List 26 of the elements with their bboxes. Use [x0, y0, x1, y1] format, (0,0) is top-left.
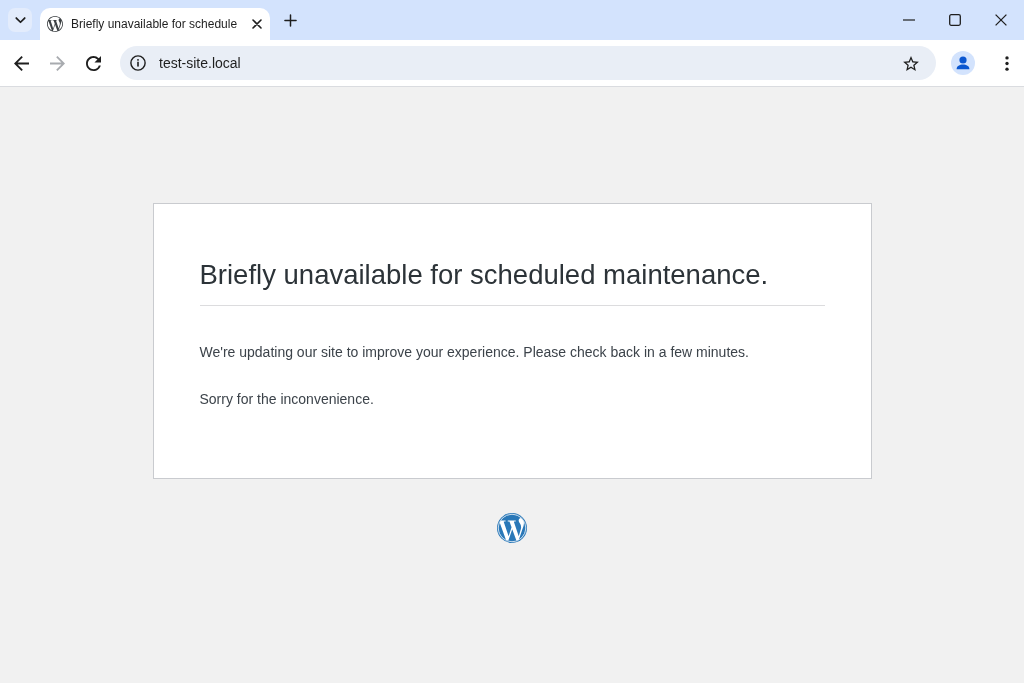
close-icon: [995, 14, 1007, 26]
maximize-icon: [949, 14, 961, 26]
left-arrow-icon: [13, 55, 29, 71]
profile-button[interactable]: [951, 51, 975, 75]
page-heading: Briefly unavailable for scheduled maintenance.: [199, 258, 769, 292]
info-icon: [130, 55, 146, 71]
right-arrow-icon: [49, 55, 65, 71]
bookmark-button[interactable]: [902, 54, 920, 72]
w-logo-icon: [47, 16, 63, 32]
site-info-button[interactable]: [129, 54, 147, 72]
more-vertical-icon: [1005, 55, 1009, 71]
plus-icon: [283, 13, 297, 27]
message-text: We're updating our site to improve your experience. Please check back in a few minutes.: [199, 343, 749, 362]
chevron-down-icon: [14, 16, 26, 24]
tab-title: Briefly unavailable for schedule: [71, 17, 238, 31]
star-icon: [903, 55, 919, 71]
url-text: test-site.local: [159, 55, 241, 71]
address-bar[interactable]: test-site.local: [120, 46, 936, 80]
message-text: Sorry for the inconvenience.: [199, 390, 374, 409]
browser-tab[interactable]: Briefly unavailable for schedule: [40, 8, 270, 40]
close-icon: [252, 19, 262, 29]
w-logo-icon: [497, 513, 527, 543]
avatar-icon: [951, 51, 975, 75]
tab-search-button[interactable]: [8, 8, 32, 32]
minimize-icon: [903, 19, 915, 21]
reload-icon: [85, 55, 101, 71]
